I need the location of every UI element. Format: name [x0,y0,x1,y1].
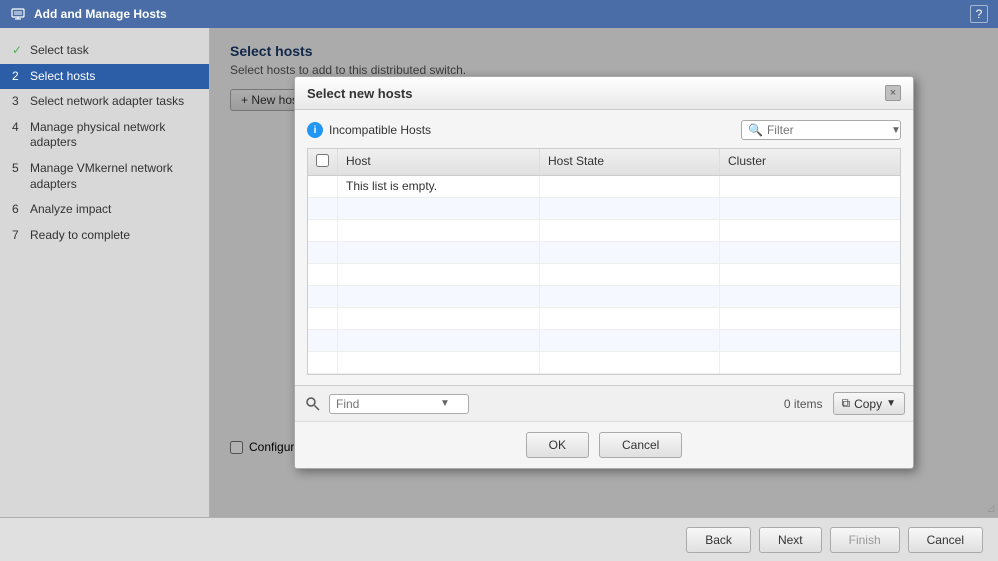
step6-num: 6 [12,202,26,218]
host-icon [10,6,26,22]
title-bar: Add and Manage Hosts ? [0,0,998,28]
table-row [308,198,900,220]
title-bar-left: Add and Manage Hosts [10,6,167,22]
sidebar-item-physical-adapters[interactable]: 4 Manage physical network adapters [0,115,209,156]
modal-actions: OK Cancel [295,421,913,468]
find-icon [303,394,323,414]
empty-message: This list is empty. [346,179,437,193]
empty-state-cell [540,176,720,197]
select-all-checkbox[interactable] [316,154,329,167]
copy-label: Copy [854,397,882,411]
table-row [308,286,900,308]
step1-check: ✓ [12,43,26,59]
modal-header: Select new hosts × [295,77,913,110]
find-dropdown-arrow[interactable]: ▼ [440,398,450,409]
table-row [308,242,900,264]
step4-num: 4 [12,120,26,136]
step2-label: Select hosts [30,69,95,85]
host-state-column-header: Host State [540,149,720,175]
find-input[interactable] [336,397,436,411]
finish-button[interactable]: Finish [830,527,900,553]
empty-row-1: This list is empty. [308,176,900,198]
empty-cluster-cell [720,176,900,197]
select-new-hosts-dialog: Select new hosts × i Incompatible Hosts [294,76,914,469]
main-window: Add and Manage Hosts ? ✓ Select task 2 S… [0,0,998,561]
sidebar-item-vmkernel-adapters[interactable]: 5 Manage VMkernel network adapters [0,156,209,197]
cluster-column-header: Cluster [720,149,900,175]
hosts-table: Host Host State Cluster This list is emp… [307,148,901,375]
table-row [308,352,900,374]
table-row [308,330,900,352]
sidebar: ✓ Select task 2 Select hosts 3 Select ne… [0,28,210,517]
modal-close-button[interactable]: × [885,85,901,101]
footer-left: ▼ [303,394,469,414]
modal-overlay: Select new hosts × i Incompatible Hosts [210,28,998,517]
bottom-cancel-button[interactable]: Cancel [908,527,983,553]
step7-label: Ready to complete [30,228,130,244]
window-title: Add and Manage Hosts [34,7,167,21]
table-body: This list is empty. [308,176,900,374]
bottom-bar: Back Next Finish Cancel [0,517,998,561]
find-box[interactable]: ▼ [329,394,469,414]
filter-dropdown-arrow[interactable]: ▼ [891,125,901,136]
filter-box[interactable]: 🔍 ▼ [741,120,901,140]
cancel-button[interactable]: Cancel [599,432,682,458]
sidebar-item-select-hosts[interactable]: 2 Select hosts [0,64,209,90]
sidebar-item-select-task[interactable]: ✓ Select task [0,38,209,64]
step3-label: Select network adapter tasks [30,94,184,110]
step5-num: 5 [12,161,26,177]
incompatible-hosts-label: Incompatible Hosts [329,123,431,137]
filter-search-icon: 🔍 [748,123,763,137]
step2-num: 2 [12,69,26,85]
help-button[interactable]: ? [970,5,988,23]
modal-body: i Incompatible Hosts 🔍 ▼ [295,110,913,385]
table-header: Host Host State Cluster [308,149,900,176]
step7-num: 7 [12,228,26,244]
modal-footer-bar: ▼ 0 items ⧉ Copy ▼ [295,385,913,421]
info-bar-left: i Incompatible Hosts [307,122,431,138]
footer-right: 0 items ⧉ Copy ▼ [784,392,905,415]
empty-cell-cb [308,176,338,197]
sidebar-item-analyze-impact[interactable]: 6 Analyze impact [0,197,209,223]
next-button[interactable]: Next [759,527,822,553]
step6-label: Analyze impact [30,202,111,218]
copy-icon: ⧉ [842,396,851,411]
table-row [308,220,900,242]
items-count: 0 items [784,397,823,411]
ok-button[interactable]: OK [526,432,589,458]
back-button[interactable]: Back [686,527,751,553]
table-row [308,308,900,330]
sidebar-item-ready-to-complete[interactable]: 7 Ready to complete [0,223,209,249]
table-row [308,264,900,286]
step5-label: Manage VMkernel network adapters [30,161,197,192]
filter-input[interactable] [767,123,887,137]
sidebar-item-network-adapter-tasks[interactable]: 3 Select network adapter tasks [0,89,209,115]
step4-label: Manage physical network adapters [30,120,197,151]
checkbox-column-header [308,149,338,175]
info-bar: i Incompatible Hosts 🔍 ▼ [307,120,901,140]
copy-button[interactable]: ⧉ Copy ▼ [833,392,906,415]
host-column-header: Host [338,149,540,175]
resize-handle[interactable]: ⊿ [986,501,996,515]
main-panel: Select hosts Select hosts to add to this… [210,28,998,517]
content-area: ✓ Select task 2 Select hosts 3 Select ne… [0,28,998,517]
step3-num: 3 [12,94,26,110]
modal-title: Select new hosts [307,86,412,101]
empty-message-cell: This list is empty. [338,176,540,197]
step1-label: Select task [30,43,89,59]
copy-dropdown-arrow[interactable]: ▼ [886,398,896,409]
info-icon: i [307,122,323,138]
